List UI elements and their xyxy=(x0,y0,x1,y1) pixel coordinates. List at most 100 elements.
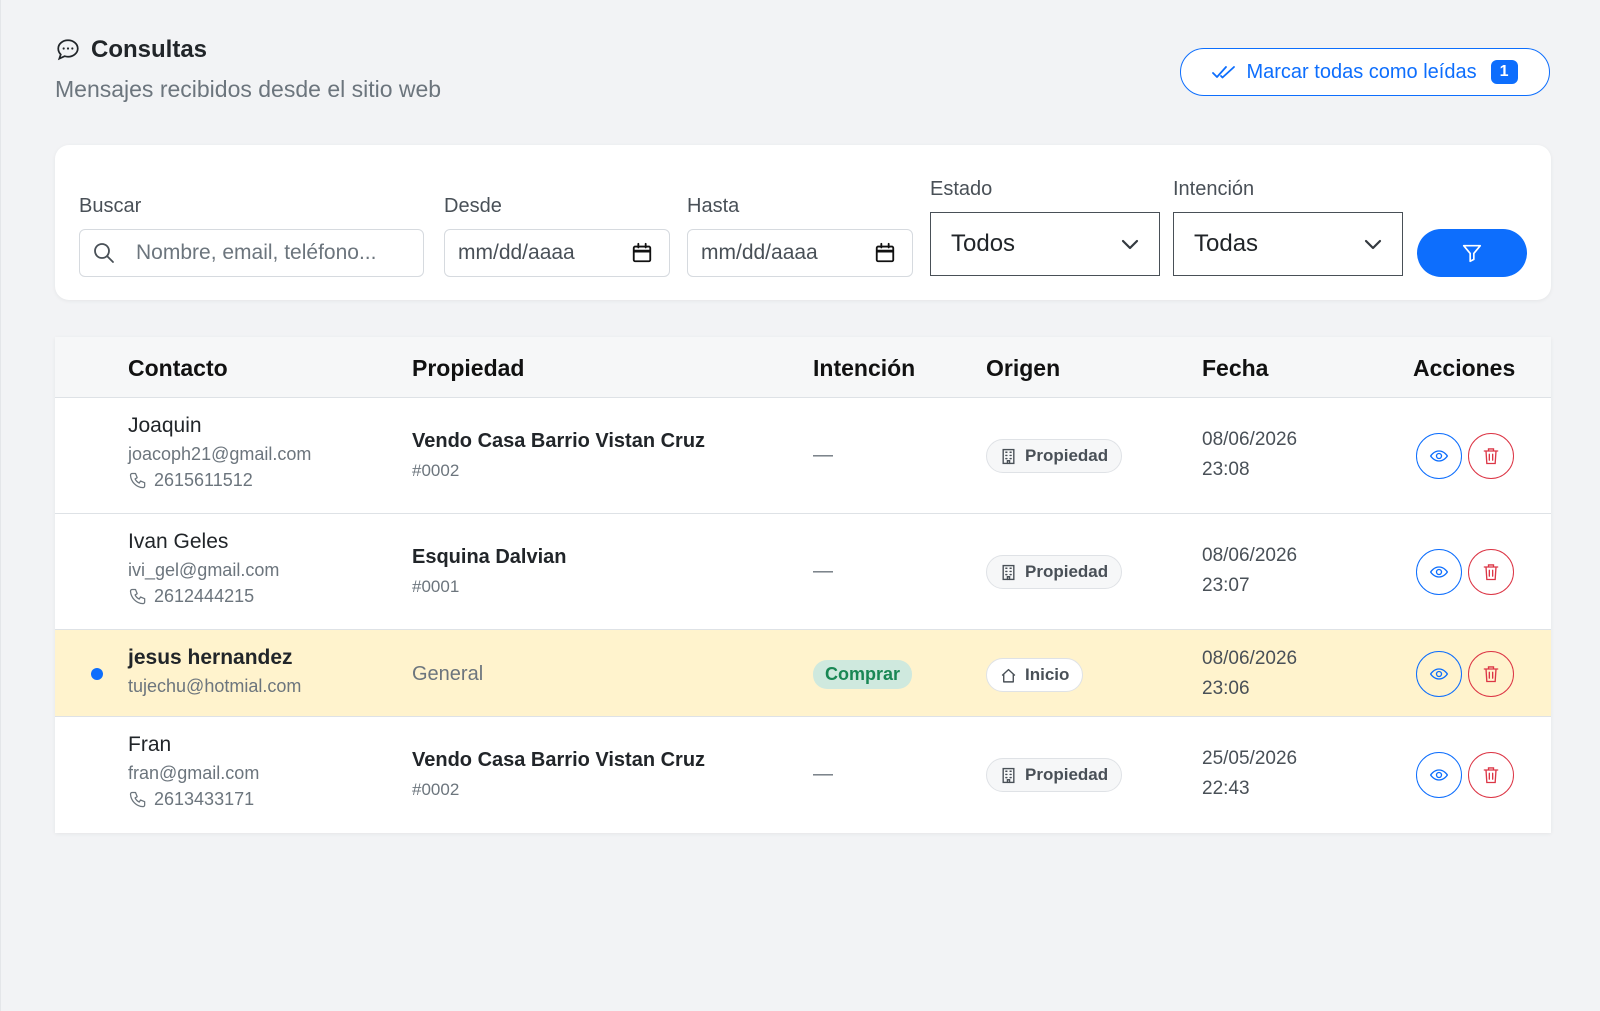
status-select[interactable]: Todos xyxy=(930,212,1160,276)
date-cell: 25/05/2026 22:43 xyxy=(1202,744,1297,804)
chevron-down-icon xyxy=(1121,239,1139,250)
contact-name: jesus hernandez xyxy=(128,646,293,669)
funnel-icon xyxy=(1462,244,1482,263)
contact-phone-number: 2613433171 xyxy=(154,789,255,809)
calendar-icon[interactable] xyxy=(631,242,653,264)
col-contact: Contacto xyxy=(128,355,228,381)
phone-icon xyxy=(129,588,146,604)
col-property: Propiedad xyxy=(412,355,525,381)
to-label: Hasta xyxy=(687,195,740,217)
trash-icon xyxy=(1483,448,1499,465)
origin-label: Propiedad xyxy=(1025,562,1109,581)
page-title: Consultas xyxy=(91,36,208,63)
view-button[interactable] xyxy=(1416,549,1462,595)
property-cell: Esquina Dalvian #0001 xyxy=(412,546,567,597)
origin-cell: Propiedad xyxy=(986,555,1123,589)
contact-phone: 2615611512 xyxy=(128,470,311,491)
trash-icon xyxy=(1483,767,1499,784)
mark-all-read-button[interactable]: Marcar todas como leídas 1 xyxy=(1180,48,1550,96)
origin-label: Propiedad xyxy=(1025,446,1109,465)
building-icon xyxy=(1002,448,1015,464)
eye-icon xyxy=(1429,450,1449,462)
delete-button[interactable] xyxy=(1468,651,1514,697)
from-date-input[interactable]: mm/dd/aaaa xyxy=(444,229,670,277)
to-group: Hasta xyxy=(687,195,739,218)
col-origin: Origen xyxy=(986,355,1061,381)
delete-button[interactable] xyxy=(1468,549,1514,595)
contact-email: fran@gmail.com xyxy=(128,763,260,783)
origin-cell: Propiedad xyxy=(986,758,1123,792)
intent-empty: — xyxy=(813,763,833,785)
to-date-input[interactable]: mm/dd/aaaa xyxy=(687,229,913,277)
chevron-down-icon xyxy=(1364,239,1382,250)
view-button[interactable] xyxy=(1416,651,1462,697)
search-group: Buscar xyxy=(79,195,141,218)
origin-badge: Inicio xyxy=(986,658,1084,692)
time-value: 23:07 xyxy=(1202,575,1250,596)
property-cell: Vendo Casa Barrio Vistan Cruz #0002 xyxy=(412,749,705,800)
table-row-unread[interactable]: jesus hernandez tujechu@hotmial.com Gene… xyxy=(55,630,1551,717)
table-row[interactable]: Fran fran@gmail.com 2613433171 Vendo Cas… xyxy=(55,717,1551,833)
property-code: #0002 xyxy=(412,780,460,799)
origin-cell: Propiedad xyxy=(986,439,1123,473)
contact-email: tujechu@hotmial.com xyxy=(128,676,302,696)
contact-phone-number: 2615611512 xyxy=(154,470,253,490)
chat-dots-icon xyxy=(57,39,79,61)
from-label: Desde xyxy=(444,195,502,217)
view-button[interactable] xyxy=(1416,752,1462,798)
contact-name: Joaquin xyxy=(128,414,202,437)
building-icon xyxy=(1002,564,1015,580)
date-value: 25/05/2026 xyxy=(1202,748,1298,769)
delete-button[interactable] xyxy=(1468,752,1514,798)
intent-select-value: Todas xyxy=(1194,230,1259,257)
contact-cell: jesus hernandez tujechu@hotmial.com xyxy=(128,646,301,697)
building-icon xyxy=(1002,767,1015,783)
eye-icon xyxy=(1429,566,1449,578)
property-code: #0001 xyxy=(412,577,460,596)
time-value: 22:43 xyxy=(1202,778,1250,799)
unread-count-badge: 1 xyxy=(1490,60,1518,84)
page: Consultas Mensajes recibidos desde el si… xyxy=(0,0,1600,1011)
mark-all-read-label: Marcar todas como leídas xyxy=(1246,60,1477,83)
apply-filter-button[interactable] xyxy=(1417,229,1527,277)
date-value: 08/06/2026 xyxy=(1202,648,1298,669)
intent-label: Intención xyxy=(1173,178,1255,200)
trash-icon xyxy=(1483,666,1499,683)
intent-group: Intención xyxy=(1173,178,1254,201)
table-row[interactable]: Joaquin joacoph21@gmail.com 2615611512 V… xyxy=(55,398,1551,514)
date-cell: 08/06/2026 23:07 xyxy=(1202,541,1297,601)
date-value: 08/06/2026 xyxy=(1202,429,1298,450)
unread-indicator xyxy=(91,668,103,680)
delete-button[interactable] xyxy=(1468,433,1514,479)
origin-label: Inicio xyxy=(1025,665,1070,684)
origin-badge: Propiedad xyxy=(986,758,1123,792)
house-icon xyxy=(1001,668,1016,683)
intent-cell: Comprar xyxy=(813,660,913,689)
search-input[interactable]: Nombre, email, teléfono... xyxy=(79,229,424,277)
date-value: 08/06/2026 xyxy=(1202,545,1298,566)
date-cell: 08/06/2026 23:06 xyxy=(1202,644,1297,704)
origin-cell: Inicio xyxy=(986,658,1084,692)
view-button[interactable] xyxy=(1416,433,1462,479)
time-value: 23:08 xyxy=(1202,459,1250,480)
contact-phone: 2613433171 xyxy=(128,789,259,810)
intent-select[interactable]: Todas xyxy=(1173,212,1403,276)
calendar-icon[interactable] xyxy=(874,242,896,264)
from-date-placeholder: mm/dd/aaaa xyxy=(458,241,575,264)
trash-icon xyxy=(1483,564,1499,581)
from-group: Desde xyxy=(444,195,502,218)
time-value: 23:06 xyxy=(1202,678,1250,699)
status-label: Estado xyxy=(930,178,993,200)
property-title: Vendo Casa Barrio Vistan Cruz xyxy=(412,430,706,452)
col-actions: Acciones xyxy=(1413,355,1516,381)
property-general: General xyxy=(412,663,484,685)
eye-icon xyxy=(1429,769,1449,781)
col-date: Fecha xyxy=(1202,355,1269,381)
table-row[interactable]: Ivan Geles ivi_gel@gmail.com 2612444215 … xyxy=(55,514,1551,630)
contact-name: Fran xyxy=(128,733,172,756)
contact-email: joacoph21@gmail.com xyxy=(128,444,312,464)
status-group: Estado xyxy=(930,178,992,201)
eye-icon xyxy=(1429,668,1449,680)
contact-cell: Fran fran@gmail.com 2613433171 xyxy=(128,733,259,810)
search-label: Buscar xyxy=(79,195,142,217)
